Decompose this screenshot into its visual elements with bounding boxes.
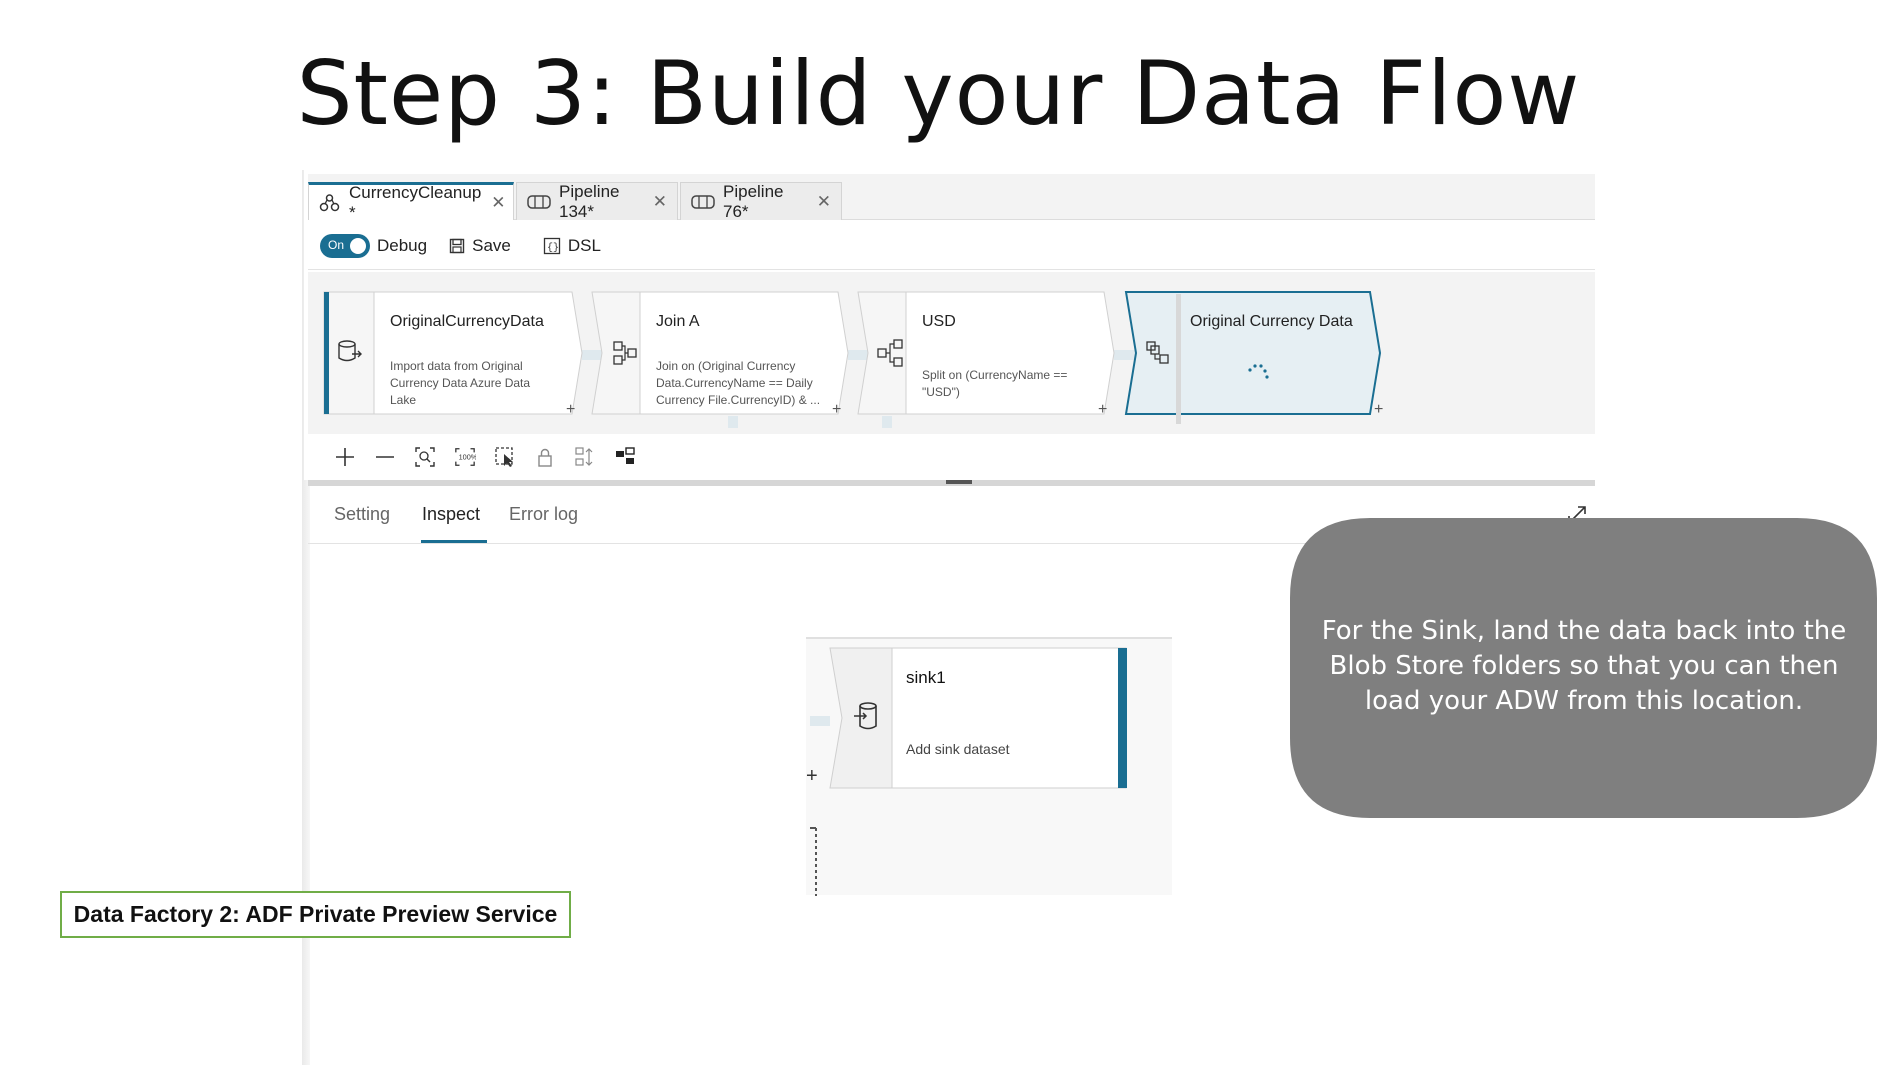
svg-text:100%: 100% <box>459 453 476 462</box>
panel-top-border <box>806 637 1172 639</box>
zoom-out-button[interactable] <box>374 446 396 468</box>
node-desc-line: Data.CurrencyName == Daily <box>656 376 813 390</box>
node-original-currency-data[interactable]: Original Currency Data + <box>1124 291 1383 424</box>
tab-label: Pipeline 134* <box>559 181 620 221</box>
tab-inspect[interactable]: Inspect <box>422 504 480 525</box>
slide-title: Step 3: Build your Data Flow <box>296 42 1581 145</box>
tab-error-log[interactable]: Error log <box>509 504 578 525</box>
toggle-knob <box>350 237 366 254</box>
active-tab-indicator <box>421 540 487 543</box>
add-step-icon[interactable]: + <box>1098 401 1107 418</box>
node-icon-cell <box>323 291 375 415</box>
node-title: Join A <box>656 313 700 330</box>
dataflow-toolbar: On Debug Save {} DSL <box>308 222 1595 270</box>
node-title: sink1 <box>906 668 946 687</box>
node-sink1[interactable]: sink1 Add sink dataset <box>829 647 1127 789</box>
node-icon-cell <box>829 647 893 789</box>
code-icon: {} <box>543 237 561 254</box>
toggle-state: On <box>328 237 345 252</box>
auto-align-button[interactable] <box>574 446 596 468</box>
add-step-icon[interactable]: + <box>566 401 575 418</box>
connector <box>810 716 830 726</box>
service-label: Data Factory 2: ADF Private Preview Serv… <box>60 891 571 938</box>
close-icon[interactable]: ✕ <box>653 192 667 212</box>
dataflow-icon <box>319 193 340 211</box>
debug-label: Debug <box>377 235 428 255</box>
connector <box>728 416 738 428</box>
node-title: USD <box>922 313 956 330</box>
selection-cursor-icon <box>495 447 513 467</box>
tab-label: CurrencyCleanup * <box>349 182 482 222</box>
tab-pipeline-134[interactable]: Pipeline 134* ✕ <box>516 181 678 221</box>
zoom-100-button[interactable]: 100% <box>454 446 476 468</box>
minus-icon <box>376 456 394 458</box>
save-icon <box>449 238 465 253</box>
pipeline-icon <box>527 194 551 209</box>
tab-currencycleanup[interactable]: CurrencyCleanup * ✕ <box>308 182 514 222</box>
zoom-to-fit-button[interactable] <box>414 446 436 468</box>
pipeline-icon <box>691 194 715 209</box>
svg-text:{}: {} <box>547 242 559 254</box>
minimap-icon <box>616 447 635 464</box>
node-title: Original Currency Data <box>1190 313 1353 330</box>
dsl-button[interactable]: {} DSL <box>543 236 601 256</box>
node-desc-line: Currency File.CurrencyID) & ... <box>656 393 820 407</box>
node-desc: Add sink dataset <box>906 741 1010 757</box>
tab-setting[interactable]: Setting <box>334 504 390 525</box>
close-icon[interactable]: ✕ <box>491 193 505 213</box>
save-label: Save <box>472 235 511 255</box>
select-button[interactable] <box>494 446 516 468</box>
node-desc-line: Lake <box>390 393 416 407</box>
node-desc-line: Import data from Original <box>390 359 523 373</box>
document-tabbar: CurrencyCleanup * ✕ Pipeline 134* ✕ Pipe… <box>308 174 1595 222</box>
node-desc-line: "USD") <box>922 385 960 399</box>
node-originalcurrencydata[interactable]: OriginalCurrencyData Import data from Or… <box>323 291 583 418</box>
dsl-label: DSL <box>567 235 601 255</box>
node-title: OriginalCurrencyData <box>390 313 544 330</box>
add-step-icon[interactable]: + <box>1374 401 1383 418</box>
debug-control[interactable]: On Debug <box>320 233 428 258</box>
add-step-icon[interactable]: + <box>806 765 818 787</box>
canvas-zoom-toolbar: 100% <box>308 434 1595 480</box>
tab-pipeline-76[interactable]: Pipeline 76* ✕ <box>680 181 842 221</box>
zoom-fit-icon <box>415 447 435 467</box>
sink-marker <box>1118 648 1127 788</box>
node-usd[interactable]: USD Split on (CurrencyName == "USD") + <box>857 291 1115 418</box>
lock-icon <box>538 448 552 467</box>
node-join-a[interactable]: Join A Join on (Original Currency Data.C… <box>591 291 849 418</box>
callout-text: For the Sink, land the data back into th… <box>1321 616 1847 716</box>
splitter-grip[interactable] <box>946 480 972 484</box>
minimap-button[interactable] <box>614 446 636 468</box>
node-desc-line: Currency Data Azure Data <box>390 376 530 390</box>
auto-align-icon <box>575 447 593 466</box>
node-divider <box>1176 294 1181 424</box>
node-body <box>1124 291 1382 415</box>
connector <box>882 416 892 428</box>
sink-node-graph: + sink1 Add sink dataset <box>806 647 1127 896</box>
save-button[interactable]: Save <box>449 236 511 256</box>
add-step-icon[interactable]: + <box>832 401 841 418</box>
lock-button[interactable] <box>534 446 556 468</box>
tab-label: Pipeline 76* <box>723 181 784 221</box>
plus-icon <box>336 448 354 466</box>
node-desc-line: Split on (CurrencyName == <box>922 368 1067 382</box>
zoom-100-icon: 100% <box>455 448 476 466</box>
node-graph: OriginalCurrencyData Import data from Or… <box>323 291 1383 428</box>
node-desc-line: Join on (Original Currency <box>656 359 795 373</box>
close-icon[interactable]: ✕ <box>817 192 831 212</box>
source-marker <box>324 292 329 414</box>
debug-toggle[interactable]: On <box>320 233 370 258</box>
zoom-in-button[interactable] <box>334 446 356 468</box>
